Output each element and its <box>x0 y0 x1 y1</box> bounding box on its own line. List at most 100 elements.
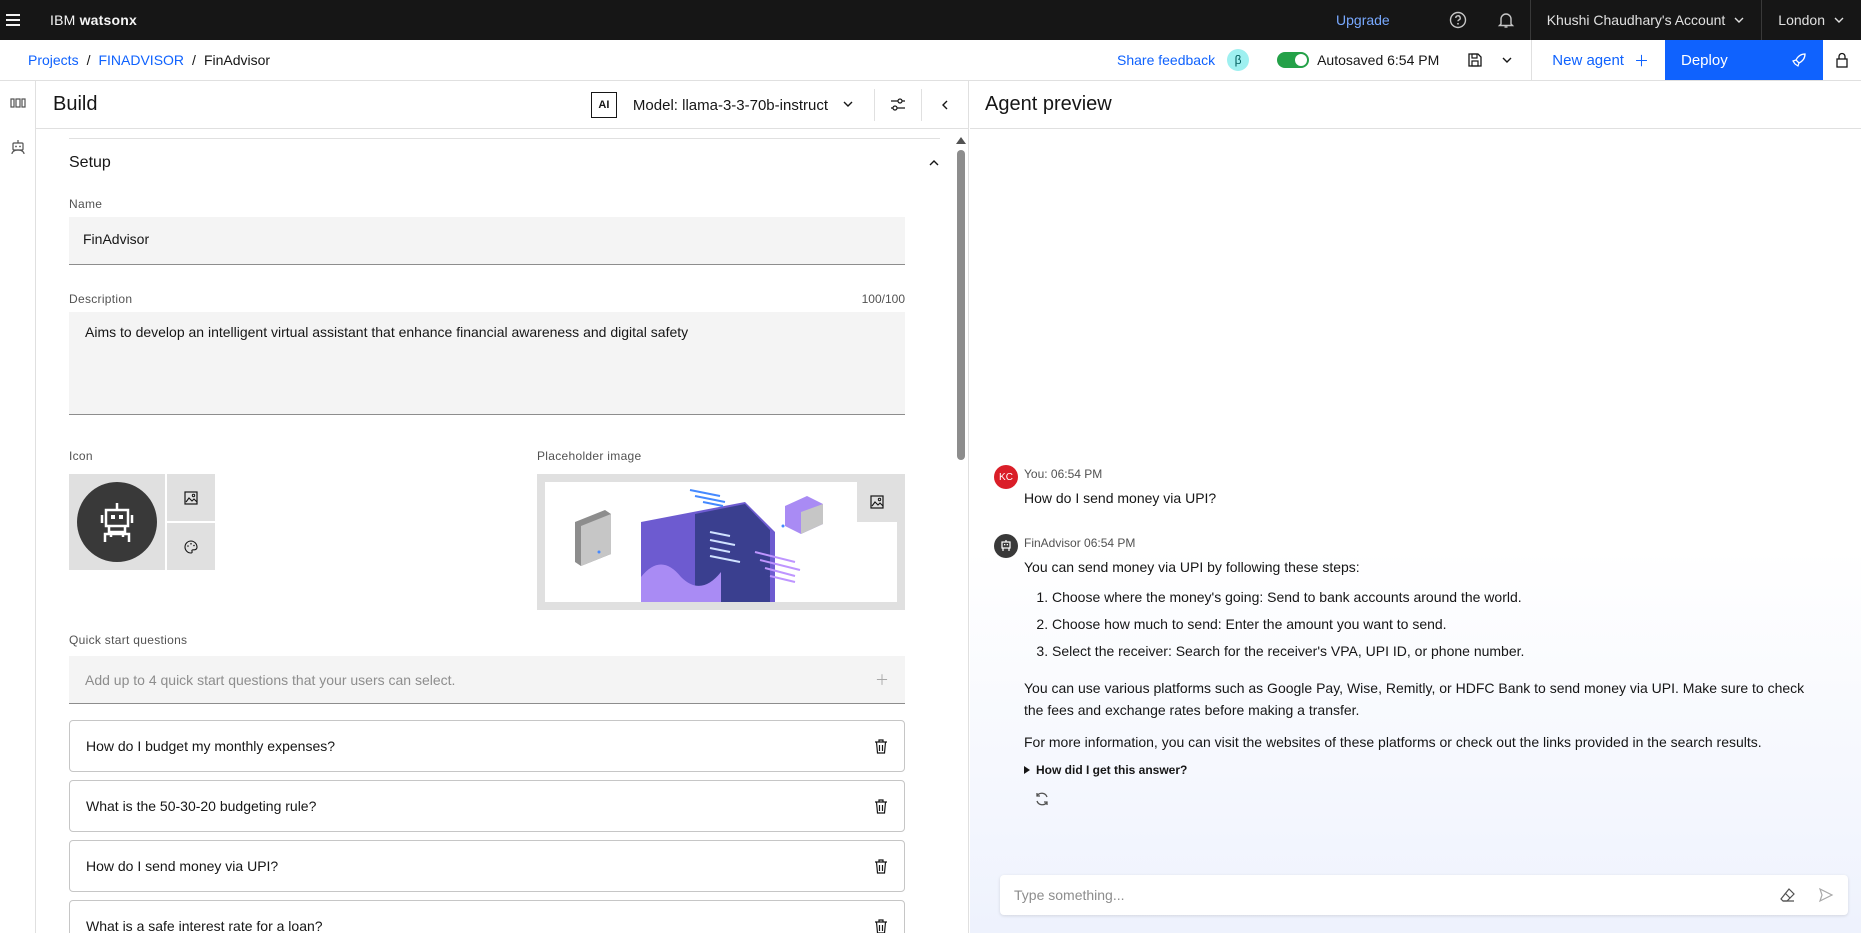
name-label: Name <box>69 197 103 211</box>
add-question-plus-icon[interactable]: ＋ <box>875 670 889 690</box>
divider <box>1531 40 1533 80</box>
model-selector-area: AI Model: llama-3-3-70b-instruct <box>590 81 968 129</box>
user-message: KC You: 06:54 PM How do I send money via… <box>994 465 1814 509</box>
autosave-toggle[interactable] <box>1277 52 1310 68</box>
chevron-down-icon <box>1834 17 1844 23</box>
ai-badge-icon: AI <box>590 92 617 118</box>
quick-start-question[interactable]: What is the 50-30-20 budgeting rule? <box>69 780 905 832</box>
menu-icon[interactable] <box>6 0 30 40</box>
name-field[interactable]: FinAdvisor <box>69 217 905 265</box>
beta-badge: β <box>1227 49 1250 71</box>
build-header: Build AI Model: llama-3-3-70b-instruct <box>36 81 968 129</box>
new-agent-button[interactable]: New agent ＋ <box>1536 40 1665 80</box>
icon-label: Icon <box>69 449 93 463</box>
build-panel: Build AI Model: llama-3-3-70b-instruct S… <box>36 81 969 933</box>
regenerate-icon[interactable] <box>1034 791 1814 810</box>
color-palette-icon[interactable] <box>167 523 215 570</box>
quick-start-input[interactable]: Add up to 4 quick start questions that y… <box>69 656 905 704</box>
project-toolbar: Projects / FINADVISOR / FinAdvisor Share… <box>0 40 1861 81</box>
chevron-down-icon[interactable] <box>842 97 854 113</box>
region-switcher[interactable]: London <box>1762 0 1861 40</box>
build-form: Setup Name FinAdvisor Description 100/10… <box>36 137 955 933</box>
save-icon[interactable] <box>1459 40 1491 80</box>
agent-message-meta: FinAdvisor 06:54 PM <box>1024 536 1136 550</box>
breadcrumb-separator: / <box>86 52 91 68</box>
upgrade-link[interactable]: Upgrade <box>1336 12 1390 28</box>
rocket-icon <box>1792 53 1806 67</box>
chevron-down-icon <box>1734 17 1744 23</box>
upload-image-icon[interactable] <box>167 474 215 521</box>
brand-prefix: IBM <box>50 12 76 28</box>
how-did-i-get-this-answer-toggle[interactable]: How did I get this answer? <box>1024 763 1814 777</box>
brand-product: watsonx <box>79 12 138 28</box>
agent-message-body: You can send money via UPI by following … <box>1024 556 1814 753</box>
top-navigation-bar: IBM watsonx Upgrade Khushi Chaudhary's A… <box>0 0 1861 40</box>
agent-icon-preview <box>69 474 165 570</box>
toolbar-actions: Share feedback β Autosaved 6:54 PM New a… <box>1117 40 1861 80</box>
user-avatar: KC <box>994 465 1018 489</box>
quick-start-question[interactable]: How do I budget my monthly expenses? <box>69 720 905 772</box>
placeholder-illustration <box>545 482 897 602</box>
eraser-icon[interactable] <box>1780 887 1796 903</box>
trash-icon[interactable] <box>874 858 888 874</box>
agent-avatar-robot-icon <box>994 534 1018 558</box>
placeholder-image-label: Placeholder image <box>537 449 642 463</box>
agent-intro: You can send money via UPI by following … <box>1024 559 1360 575</box>
lock-icon[interactable] <box>1823 40 1861 80</box>
agent-library-icon[interactable] <box>0 81 36 125</box>
send-icon[interactable] <box>1818 887 1834 903</box>
how-answer-label: How did I get this answer? <box>1036 763 1188 777</box>
expand-triangle-icon <box>1024 766 1030 774</box>
deploy-button[interactable]: Deploy <box>1665 40 1823 80</box>
agent-icon[interactable] <box>0 125 36 169</box>
new-agent-label: New agent <box>1552 51 1624 69</box>
setup-title: Setup <box>69 154 111 171</box>
agent-preview-title: Agent preview <box>970 81 1861 129</box>
description-field[interactable]: Aims to develop an intelligent virtual a… <box>69 312 905 415</box>
chat-input[interactable]: Type something... <box>1000 875 1848 915</box>
trash-icon[interactable] <box>874 738 888 754</box>
chat-input-actions <box>1780 887 1834 903</box>
scroll-up-arrow-icon[interactable] <box>956 137 966 144</box>
account-switcher[interactable]: Khushi Chaudhary's Account <box>1531 0 1762 40</box>
quick-start-question[interactable]: What is a safe interest rate for a loan? <box>69 900 905 933</box>
model-settings-sliders-icon[interactable] <box>875 81 921 129</box>
user-message-meta: You: 06:54 PM <box>1024 467 1103 481</box>
agent-message: FinAdvisor 06:54 PM You can send money v… <box>994 534 1814 810</box>
save-options-chevron-icon[interactable] <box>1491 40 1523 80</box>
trash-icon[interactable] <box>874 798 888 814</box>
build-title: Build <box>53 93 98 115</box>
question-text: What is the 50-30-20 budgeting rule? <box>86 798 317 814</box>
plus-icon: ＋ <box>1633 52 1649 70</box>
breadcrumb-projects[interactable]: Projects <box>28 52 79 68</box>
help-icon[interactable] <box>1434 0 1482 40</box>
breadcrumb-project[interactable]: FINADVISOR <box>98 52 184 68</box>
breadcrumb: Projects / FINADVISOR / FinAdvisor <box>28 52 270 68</box>
robot-icon <box>77 482 157 562</box>
collapse-panel-chevron-icon[interactable] <box>922 81 968 129</box>
breadcrumb-separator: / <box>192 52 196 68</box>
agent-paragraph: For more information, you can visit the … <box>1024 734 1762 750</box>
deploy-label: Deploy <box>1681 51 1728 69</box>
chevron-up-icon <box>929 160 939 166</box>
agent-step: Select the receiver: Search for the rece… <box>1052 638 1814 665</box>
build-scrollbar[interactable] <box>956 137 966 933</box>
trash-icon[interactable] <box>874 918 888 933</box>
upload-placeholder-image-icon[interactable] <box>857 482 897 522</box>
quick-start-question[interactable]: How do I send money via UPI? <box>69 840 905 892</box>
product-brand[interactable]: IBM watsonx <box>50 12 137 28</box>
setup-section-header[interactable]: Setup <box>69 151 940 175</box>
share-feedback-link[interactable]: Share feedback <box>1117 52 1215 68</box>
quick-start-label: Quick start questions <box>69 633 188 647</box>
agent-steps-list: Choose where the money's going: Send to … <box>1052 584 1814 665</box>
description-char-count: 100/100 <box>861 292 905 306</box>
notification-bell-icon[interactable] <box>1482 0 1530 40</box>
scrollbar-thumb[interactable] <box>957 150 965 460</box>
model-selector[interactable]: Model: llama-3-3-70b-instruct <box>633 97 828 114</box>
breadcrumb-current: FinAdvisor <box>203 52 271 68</box>
agent-preview-panel: Agent preview KC You: 06:54 PM How do I … <box>970 81 1861 933</box>
question-text: How do I budget my monthly expenses? <box>86 738 336 754</box>
placeholder-image-preview <box>537 474 905 610</box>
account-name: Khushi Chaudhary's Account <box>1546 12 1726 28</box>
topbar-actions: Upgrade Khushi Chaudhary's Account Londo… <box>1336 0 1861 40</box>
